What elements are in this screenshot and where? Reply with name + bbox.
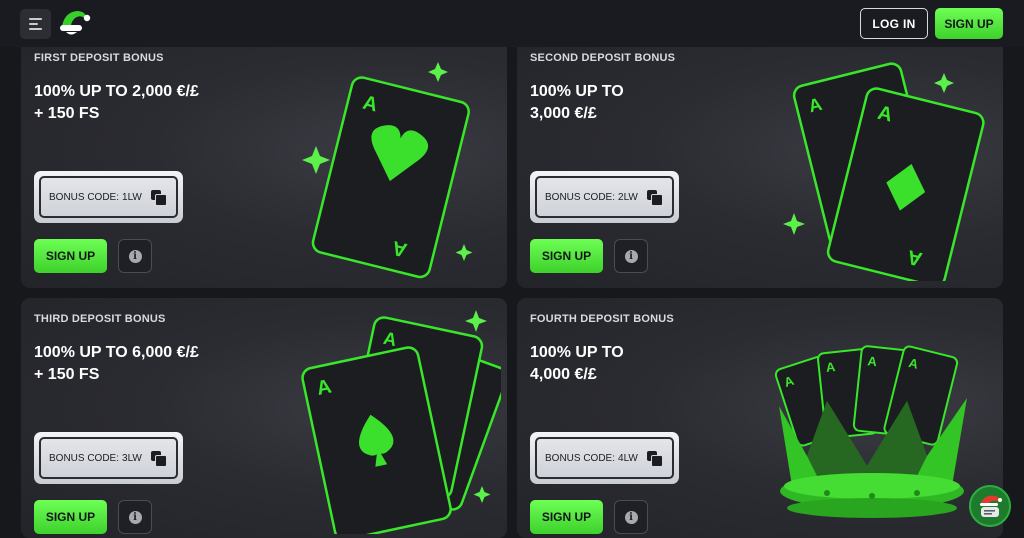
copy-icon[interactable] [646, 190, 663, 206]
signup-button[interactable]: SIGN UP [34, 500, 107, 534]
bonus-label: THIRD DEPOSIT BONUS [34, 313, 166, 325]
bonus-code-box[interactable]: BONUS CODE: 1LW [34, 171, 183, 223]
bonus-code-label: BONUS CODE: [545, 452, 616, 464]
signup-button[interactable]: SIGN UP [530, 239, 603, 273]
three-aces-illustration: A A [301, 310, 501, 534]
bonus-code-value: 2LW [618, 191, 638, 203]
header-signup-button[interactable]: SIGN UP [935, 8, 1003, 39]
bonus-code-label: BONUS CODE: [49, 452, 120, 464]
bonus-title-line2: 3,000 €/£ [530, 105, 597, 122]
login-button[interactable]: LOG IN [860, 8, 928, 39]
two-aces-illustration: A A A [783, 62, 985, 281]
menu-line [29, 23, 38, 25]
crown-with-aces-illustration: A A A A [774, 345, 967, 518]
chat-icon [980, 495, 1002, 517]
bonus-title-line1: 100% UP TO 6,000 €/£ [34, 344, 199, 361]
top-header: LOG IN SIGN UP [0, 0, 1024, 47]
bonus-card-third: THIRD DEPOSIT BONUS 100% UP TO 6,000 €/£… [21, 298, 507, 538]
bonus-title-line2: + 150 FS [34, 366, 100, 383]
bonus-title-line1: 100% UP TO [530, 83, 624, 100]
bonus-code-value: 1LW [122, 191, 142, 203]
copy-icon[interactable] [150, 451, 167, 467]
bonus-code-field[interactable]: BONUS CODE: 2LW [535, 176, 674, 218]
info-button[interactable]: i [614, 239, 648, 273]
signup-button[interactable]: SIGN UP [34, 239, 107, 273]
bonus-card-fourth: FOURTH DEPOSIT BONUS 100% UP TO 4,000 €/… [517, 298, 1003, 538]
info-icon: i [128, 249, 142, 263]
bonus-title-line1: 100% UP TO [530, 344, 624, 361]
info-button[interactable]: i [614, 500, 648, 534]
info-icon: i [624, 510, 638, 524]
bonus-code-box[interactable]: BONUS CODE: 3LW [34, 432, 183, 484]
copy-icon[interactable] [150, 190, 167, 206]
bonus-label: FOURTH DEPOSIT BONUS [530, 313, 674, 325]
bonus-code-label: BONUS CODE: [545, 191, 616, 203]
chat-support-button[interactable] [969, 485, 1011, 527]
bonus-card-first: FIRST DEPOSIT BONUS 100% UP TO 2,000 €/£… [21, 36, 507, 288]
hamburger-menu-button[interactable] [20, 9, 51, 39]
bonus-code-field[interactable]: BONUS CODE: 4LW [535, 437, 674, 479]
menu-line [29, 28, 42, 30]
bonus-code-value: 4LW [618, 452, 638, 464]
ace-of-hearts-illustration: A A [302, 62, 473, 279]
copy-icon[interactable] [646, 451, 663, 467]
bonus-code-value: 3LW [122, 452, 142, 464]
info-icon: i [128, 510, 142, 524]
bonus-code-box[interactable]: BONUS CODE: 4LW [530, 432, 679, 484]
bonus-code-box[interactable]: BONUS CODE: 2LW [530, 171, 679, 223]
bonus-card-second: SECOND DEPOSIT BONUS 100% UP TO 3,000 €/… [517, 36, 1003, 288]
bonus-code-field[interactable]: BONUS CODE: 3LW [39, 437, 178, 479]
bonus-title-line2: + 150 FS [34, 105, 100, 122]
info-button[interactable]: i [118, 239, 152, 273]
santa-hat-logo-icon[interactable] [57, 6, 91, 40]
bonus-label: FIRST DEPOSIT BONUS [34, 52, 164, 64]
bonus-title-line1: 100% UP TO 2,000 €/£ [34, 83, 199, 100]
bonus-title-line2: 4,000 €/£ [530, 366, 597, 383]
bonus-code-label: BONUS CODE: [49, 191, 120, 203]
info-button[interactable]: i [118, 500, 152, 534]
signup-button[interactable]: SIGN UP [530, 500, 603, 534]
bonus-code-field[interactable]: BONUS CODE: 1LW [39, 176, 178, 218]
info-icon: i [624, 249, 638, 263]
menu-line [29, 18, 42, 20]
bonus-label: SECOND DEPOSIT BONUS [530, 52, 676, 64]
